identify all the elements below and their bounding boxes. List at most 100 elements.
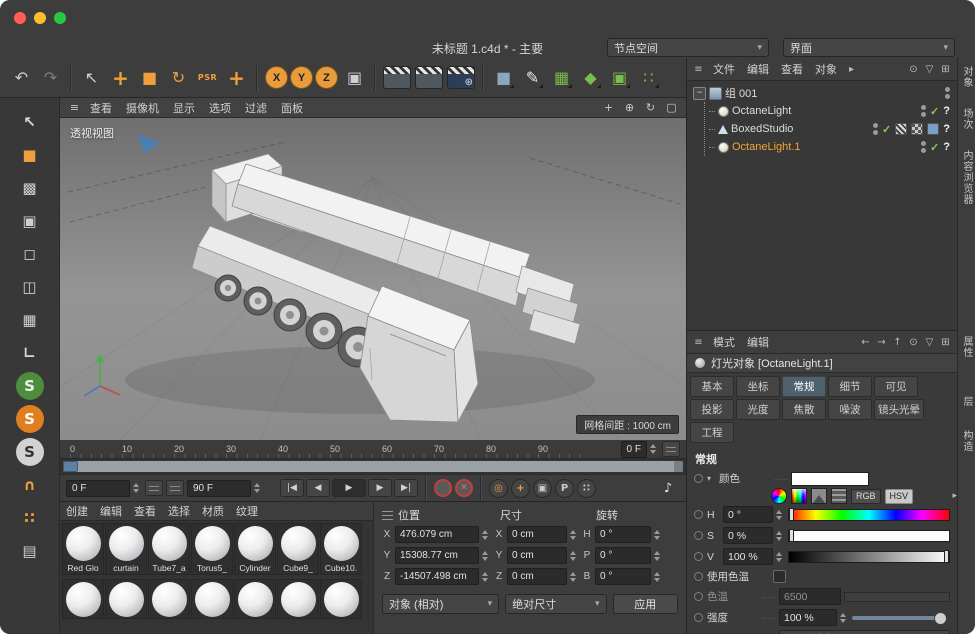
material-item[interactable] xyxy=(148,579,190,619)
object-menu-item[interactable]: 查看 xyxy=(775,61,809,77)
attribute-tab[interactable]: 细节 xyxy=(828,376,872,397)
material-item[interactable] xyxy=(277,579,319,619)
object-row-light-selected[interactable]: OctaneLight.1 ✓ ? xyxy=(705,138,955,156)
close-window-button[interactable] xyxy=(14,12,26,24)
layer-dots[interactable] xyxy=(873,123,878,135)
render-settings-button[interactable]: ⊛ xyxy=(447,66,475,89)
keyframe-dot[interactable] xyxy=(694,510,703,519)
toggle-view-icon[interactable]: ▢ xyxy=(663,100,680,115)
value-stepper[interactable] xyxy=(776,510,785,520)
material-item[interactable] xyxy=(234,579,276,619)
hue-gradient-slider[interactable] xyxy=(788,509,950,521)
viewport-menu-item[interactable]: 过滤 xyxy=(238,100,274,116)
rotation-field[interactable]: 0 ° xyxy=(595,547,651,564)
material-item[interactable]: curtain xyxy=(105,523,147,575)
position-field[interactable]: -14507.498 cm xyxy=(395,568,479,585)
value-field[interactable]: 100 % xyxy=(723,548,773,565)
materials-menu-item[interactable]: 纹理 xyxy=(230,503,264,519)
value-stepper[interactable] xyxy=(654,551,663,561)
rgb-mode-button[interactable]: RGB xyxy=(851,489,881,504)
rotation-field[interactable]: 0 ° xyxy=(595,526,651,543)
materials-menu-item[interactable]: 材质 xyxy=(196,503,230,519)
spectrum-icon[interactable] xyxy=(791,488,807,504)
record-parameter-toggle[interactable]: ▣ xyxy=(533,479,552,498)
menu-icon[interactable] xyxy=(382,511,393,520)
texture-tile-icon[interactable]: ▤ xyxy=(16,537,44,565)
value-stepper[interactable] xyxy=(482,551,491,561)
make-editable-icon[interactable]: ■ xyxy=(16,141,44,169)
material-item[interactable]: Torus5_ xyxy=(191,523,233,575)
goto-end-button[interactable]: ▶| xyxy=(394,479,418,497)
object-menu-item[interactable]: 对象 xyxy=(809,61,843,77)
temperature-slider[interactable] xyxy=(844,592,950,602)
cloner-icon[interactable]: ∷ xyxy=(635,64,662,91)
value-stepper[interactable] xyxy=(482,530,491,540)
layout-icon[interactable]: ⊞ xyxy=(938,64,953,75)
attribute-menu-item[interactable]: 编辑 xyxy=(741,334,775,350)
object-mode-select[interactable]: 对象 (相对) xyxy=(382,594,499,614)
attribute-tab[interactable]: 噪波 xyxy=(828,399,872,420)
node-space-select[interactable]: 节点空间 xyxy=(607,38,769,57)
tab-attributes[interactable]: 属性 xyxy=(960,336,974,358)
marker-button[interactable] xyxy=(166,480,184,496)
y-axis-lock-button[interactable]: Y xyxy=(290,66,313,89)
range-end-handle[interactable] xyxy=(674,461,683,472)
temperature-field[interactable]: 6500 xyxy=(779,588,841,605)
object-label[interactable]: OctaneLight.1 xyxy=(732,141,801,153)
size-mode-select[interactable]: 绝对尺寸 xyxy=(505,594,606,614)
keyframe-dot[interactable] xyxy=(694,572,703,581)
deformer-icon[interactable]: ◆ xyxy=(577,64,604,91)
use-temperature-checkbox[interactable] xyxy=(773,570,786,583)
record-scale-toggle[interactable]: + xyxy=(511,479,530,498)
timeline-frame-field[interactable]: 0 F xyxy=(621,441,647,458)
keyframe-dot[interactable] xyxy=(694,613,703,622)
start-frame-stepper[interactable] xyxy=(133,483,142,493)
saturation-field[interactable]: 0 % xyxy=(723,527,773,544)
start-frame-field[interactable]: 0 F xyxy=(66,480,130,497)
material-item[interactable]: Tube7_a xyxy=(148,523,190,575)
history-forward-icon[interactable]: → xyxy=(874,337,889,348)
timeline-menu-button[interactable] xyxy=(662,441,680,457)
generator-icon[interactable]: ▣ xyxy=(606,64,633,91)
image-picker-icon[interactable] xyxy=(811,488,827,504)
attribute-tab[interactable]: 工程 xyxy=(690,422,734,443)
view-label[interactable]: 透视视图 xyxy=(70,125,114,141)
record-keyframe-button[interactable] xyxy=(434,479,452,497)
octane-tag-icon[interactable]: ? xyxy=(943,141,950,153)
magnet-snap-icon[interactable]: ∩ xyxy=(16,471,44,499)
psr-tool[interactable]: PSR xyxy=(194,64,221,91)
render-view-button[interactable] xyxy=(383,66,411,89)
materials-menu-item[interactable]: 创建 xyxy=(60,503,94,519)
attribute-tab[interactable]: 镜头光晕 xyxy=(874,399,924,420)
materials-menu-item[interactable]: 编辑 xyxy=(94,503,128,519)
tab-takes[interactable]: 场次 xyxy=(960,108,974,130)
attribute-tab[interactable]: 投影 xyxy=(690,399,734,420)
axis-modification-tool[interactable]: + xyxy=(223,64,250,91)
end-frame-field[interactable]: 90 F xyxy=(187,480,251,497)
material-item[interactable]: Cube9_ xyxy=(277,523,319,575)
attribute-tab[interactable]: 可见 xyxy=(874,376,918,397)
panel-icon[interactable]: ≡ xyxy=(691,337,706,348)
octane-tag-icon[interactable]: ? xyxy=(943,123,950,135)
timeline-track[interactable] xyxy=(63,461,683,472)
texture-mode-icon[interactable]: ▩ xyxy=(16,174,44,202)
color-wheel-icon[interactable] xyxy=(771,488,787,504)
attribute-tab[interactable]: 光度 xyxy=(736,399,780,420)
value-stepper[interactable] xyxy=(570,530,579,540)
saturation-gradient-slider[interactable] xyxy=(788,530,950,542)
object-menu-item[interactable]: 文件 xyxy=(707,61,741,77)
z-axis-lock-button[interactable]: Z xyxy=(315,66,338,89)
menu-overflow-icon[interactable]: ▸ xyxy=(844,64,859,75)
s-badge-orange-icon[interactable]: S xyxy=(16,405,44,433)
sound-toggle[interactable]: ♪ xyxy=(656,479,680,497)
value-gradient-slider[interactable] xyxy=(788,551,950,563)
play-button[interactable]: ▶ xyxy=(332,479,366,497)
enabled-check-icon[interactable]: ✓ xyxy=(882,123,891,136)
collapse-icon[interactable]: − xyxy=(693,87,706,100)
object-row-group[interactable]: − 组 001 xyxy=(689,84,955,102)
object-menu-item[interactable]: 编辑 xyxy=(741,61,775,77)
history-back-icon[interactable]: ← xyxy=(858,337,873,348)
parent-up-icon[interactable]: ↑ xyxy=(890,337,905,348)
value-stepper[interactable] xyxy=(840,613,849,623)
value-stepper[interactable] xyxy=(654,530,663,540)
